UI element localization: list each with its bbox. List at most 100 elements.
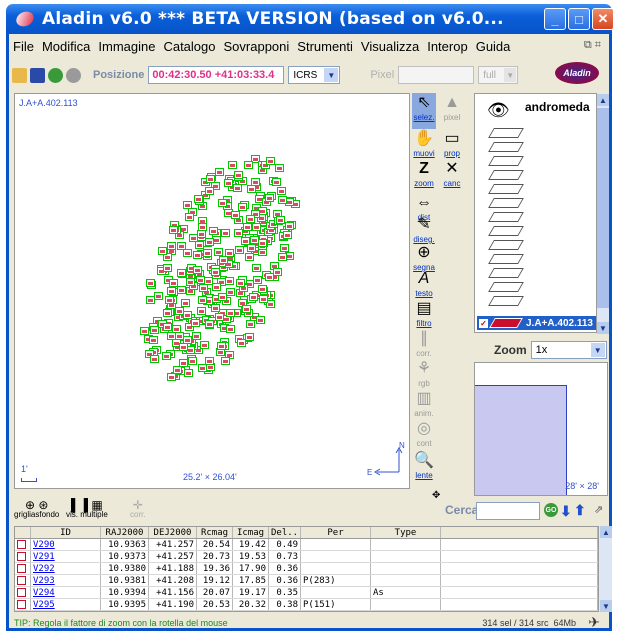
row-checkbox[interactable] (15, 587, 31, 598)
table-row[interactable]: V293 10.9381 +41.208 19.12 17.85 0.36 P(283) (15, 575, 598, 587)
arrow-down-icon[interactable]: ⬇ (560, 503, 572, 520)
source-marker[interactable] (249, 292, 259, 301)
table-row[interactable]: V292 10.9380 +41.188 19.36 17.90 0.36 (15, 563, 598, 575)
scroll-thumb[interactable] (597, 108, 609, 308)
source-marker[interactable] (245, 253, 255, 262)
source-marker[interactable] (225, 288, 235, 297)
source-marker[interactable] (162, 352, 171, 361)
source-marker[interactable] (257, 238, 267, 247)
source-marker[interactable] (193, 251, 203, 260)
row-checkbox[interactable] (15, 551, 31, 562)
source-marker[interactable] (162, 264, 172, 273)
column-header[interactable]: Type (371, 527, 441, 538)
menu-guida[interactable]: Guida (472, 39, 515, 54)
empty-plane[interactable] (488, 142, 524, 152)
source-marker[interactable] (285, 221, 295, 230)
source-marker[interactable] (209, 227, 219, 236)
menu-visualizza[interactable]: Visualizza (357, 39, 423, 54)
source-id-link[interactable]: V292 (31, 563, 101, 574)
source-id-link[interactable]: V295 (31, 599, 101, 610)
menu-modifica[interactable]: Modifica (38, 39, 94, 54)
menu-immagine[interactable]: Immagine (94, 39, 159, 54)
close-button[interactable]: ✕ (592, 8, 614, 30)
column-header[interactable]: Per (301, 527, 371, 538)
source-marker[interactable] (204, 237, 214, 246)
tool-delete[interactable]: ✕ canc (440, 159, 464, 195)
column-header[interactable] (441, 527, 598, 538)
source-marker[interactable] (214, 313, 224, 322)
source-marker[interactable] (214, 167, 224, 176)
source-marker[interactable] (183, 311, 193, 320)
source-marker[interactable] (176, 268, 186, 277)
menu-interop[interactable]: Interop (423, 39, 471, 54)
frame-select[interactable]: ICRS ▼ (288, 66, 341, 84)
source-marker[interactable] (177, 285, 186, 294)
source-marker[interactable] (271, 177, 281, 186)
source-marker[interactable] (172, 366, 182, 375)
source-marker[interactable] (278, 253, 288, 262)
source-marker[interactable] (210, 267, 220, 276)
source-marker[interactable] (225, 325, 235, 334)
source-id-link[interactable]: V293 (31, 575, 101, 586)
scroll-down-icon[interactable]: ▼ (600, 600, 612, 612)
empty-plane[interactable] (488, 156, 524, 166)
source-marker[interactable] (197, 295, 207, 304)
stack-scrollbar[interactable]: ▲ ▼ (597, 94, 609, 334)
source-marker[interactable] (192, 332, 202, 341)
source-marker[interactable] (247, 244, 257, 253)
empty-plane[interactable] (488, 128, 524, 138)
move-arrows-icon[interactable]: ✥ (432, 490, 440, 501)
source-marker[interactable] (184, 213, 194, 221)
tool-contour[interactable]: ◎ cont (412, 419, 436, 455)
pixel-mode-select[interactable]: full ▼ (478, 66, 519, 84)
scroll-down-icon[interactable]: ▼ (597, 322, 609, 334)
column-header[interactable]: Icmag (233, 527, 269, 538)
source-marker[interactable] (250, 178, 260, 187)
source-marker[interactable] (234, 228, 244, 237)
tool-zoom[interactable]: Zzoom (412, 159, 436, 195)
source-marker[interactable] (164, 295, 174, 304)
source-id-link[interactable]: V294 (31, 587, 101, 598)
source-marker[interactable] (193, 266, 203, 275)
source-marker[interactable] (245, 333, 255, 342)
source-marker[interactable] (264, 273, 274, 282)
tool-select[interactable]: ⇖ selez. (412, 93, 436, 129)
active-catalog-layer[interactable]: ✓ J.A+A.402.113 (477, 316, 596, 330)
save-disk-icon[interactable] (30, 67, 45, 83)
zoom-select[interactable]: 1x ▼ (530, 341, 607, 359)
source-marker[interactable] (150, 354, 160, 363)
menu-sovrapponi[interactable]: Sovrapponi (220, 39, 294, 54)
menu-catalogo[interactable]: Catalogo (159, 39, 219, 54)
table-row[interactable]: V295 10.9395 +41.190 20.53 20.32 0.38 P(151) (15, 599, 598, 611)
source-marker[interactable] (153, 291, 163, 300)
table-row[interactable]: V294 10.9394 +41.156 20.07 19.17 0.35 As (15, 587, 598, 599)
open-folder-icon[interactable] (12, 67, 27, 83)
source-marker[interactable] (178, 343, 188, 352)
empty-plane[interactable] (488, 240, 524, 250)
source-marker[interactable] (274, 163, 284, 172)
source-marker[interactable] (259, 294, 269, 303)
source-marker[interactable] (242, 222, 252, 231)
source-marker[interactable] (275, 215, 285, 224)
field-of-view[interactable] (475, 385, 567, 495)
row-checkbox[interactable] (15, 599, 31, 610)
source-marker[interactable] (255, 316, 265, 325)
empty-plane[interactable] (488, 282, 524, 292)
forward-arrow-icon[interactable] (66, 67, 81, 83)
tool-lens[interactable]: 🔍 lente (412, 451, 436, 487)
empty-plane[interactable] (488, 212, 524, 222)
arrow-up-icon[interactable]: ⬆ (574, 502, 586, 519)
row-checkbox[interactable] (15, 575, 31, 586)
source-marker[interactable] (236, 339, 246, 348)
source-marker[interactable] (217, 199, 227, 208)
source-marker[interactable] (228, 161, 238, 170)
source-marker[interactable] (193, 195, 203, 204)
source-marker[interactable] (202, 248, 212, 257)
source-marker[interactable] (218, 256, 228, 265)
empty-plane[interactable] (488, 296, 524, 306)
source-marker[interactable] (230, 210, 240, 219)
source-marker[interactable] (163, 308, 173, 317)
source-marker[interactable] (211, 303, 221, 312)
empty-plane[interactable] (488, 170, 524, 180)
source-marker[interactable] (194, 241, 204, 250)
